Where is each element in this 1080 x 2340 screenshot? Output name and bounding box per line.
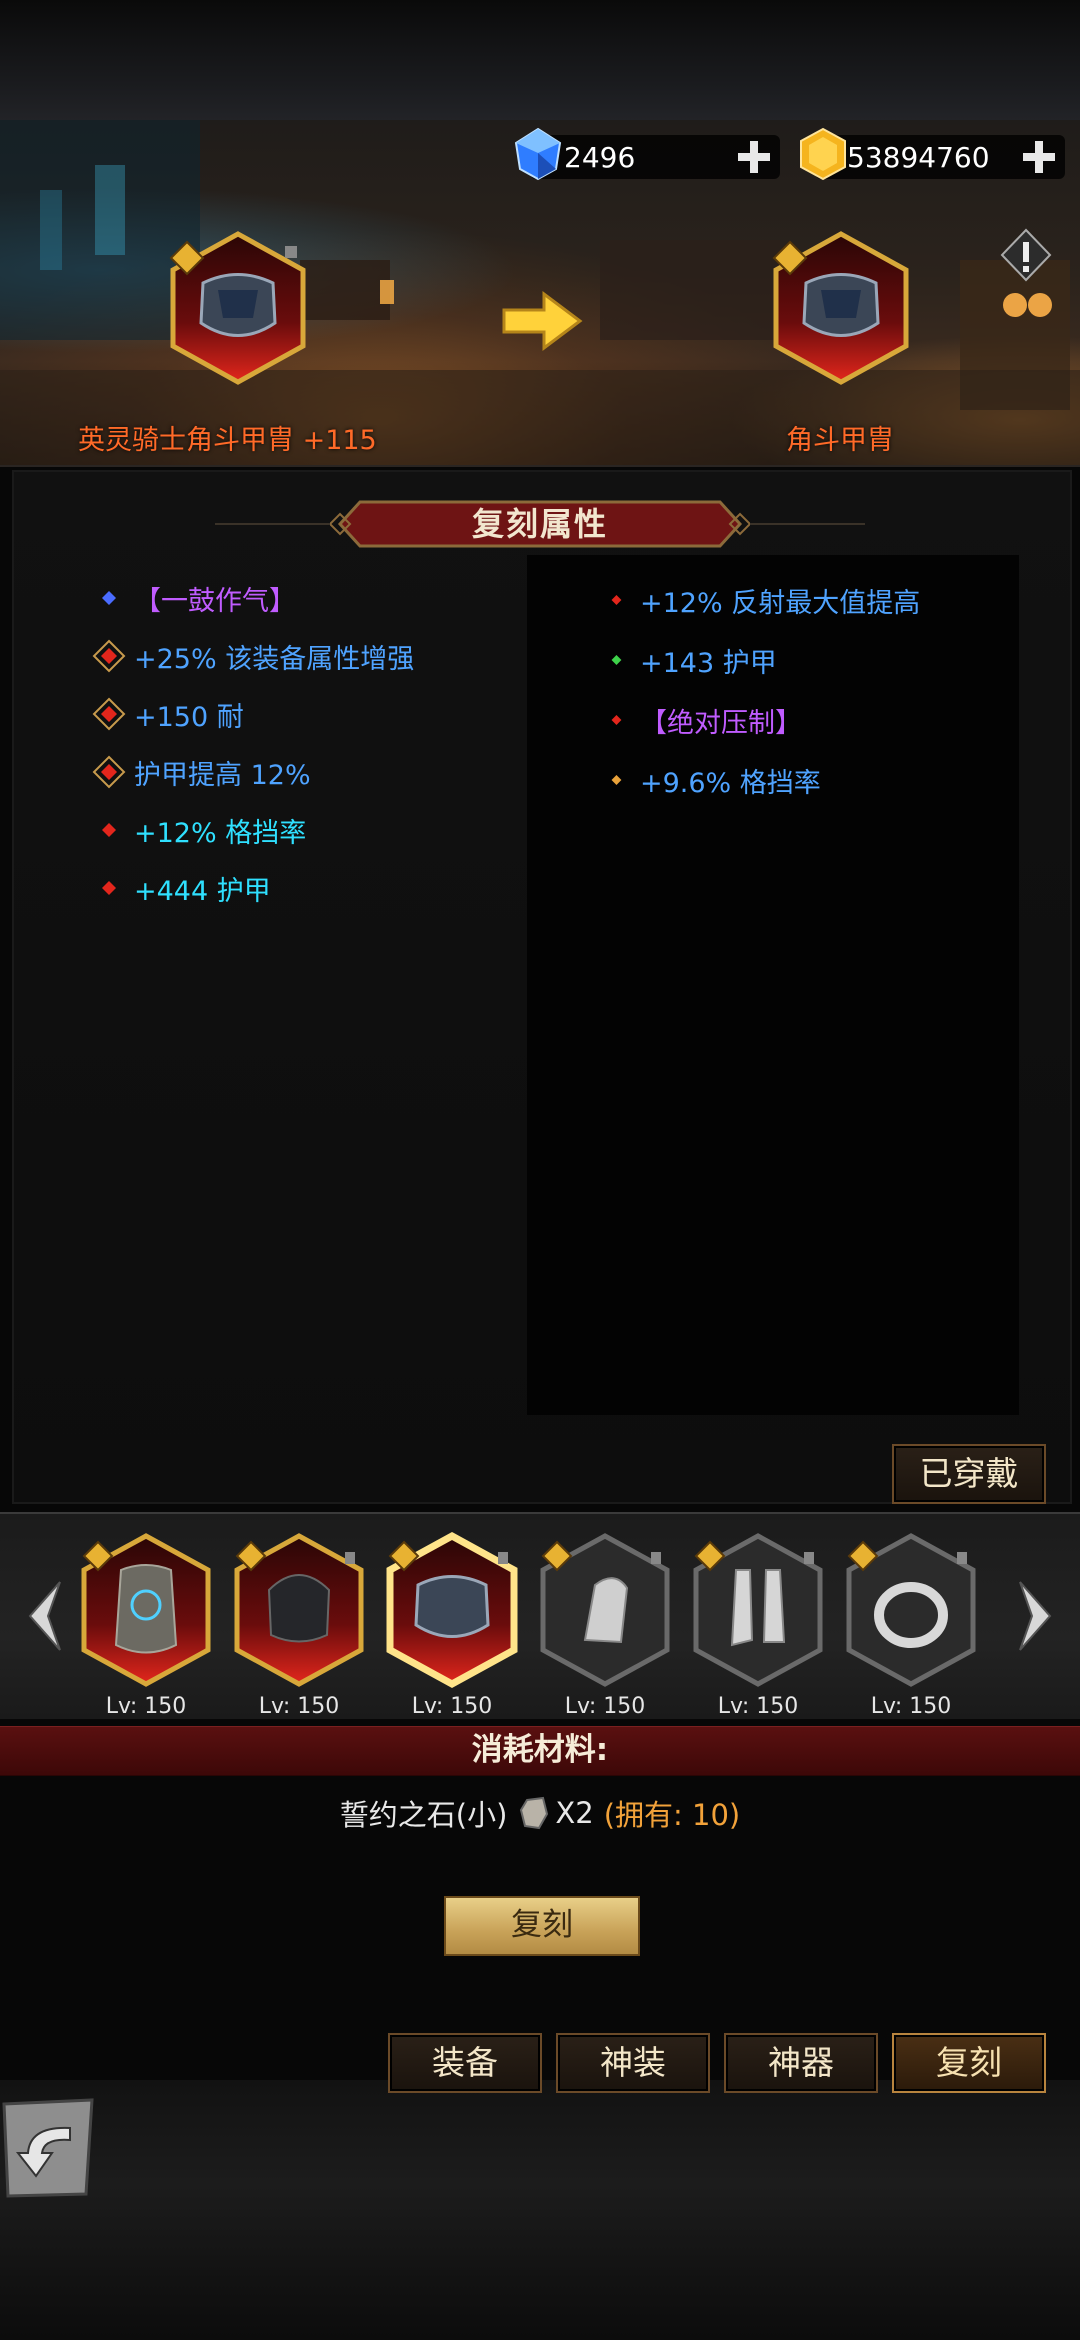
attr-text: +143 护甲 xyxy=(640,647,777,679)
attr-row: +150 耐 xyxy=(92,694,414,734)
add-gold-button[interactable] xyxy=(1021,139,1057,175)
tab-divine-gear[interactable]: 神装 xyxy=(556,2033,710,2093)
equipment-slot[interactable]: Lv: 150 xyxy=(382,1530,522,1719)
blue-gem-icon xyxy=(514,127,562,181)
slot-level: Lv: 150 xyxy=(870,1694,952,1719)
slot-level: Lv: 150 xyxy=(717,1694,799,1719)
attr-row: +25% 该装备属性增强 xyxy=(92,636,414,676)
attr-text: 【一鼓作气】 xyxy=(134,585,296,617)
attr-row: +12% 反射最大值提高 xyxy=(608,580,920,620)
attr-text: +9.6% 格挡率 xyxy=(640,767,821,799)
ornate-red-diamond-icon xyxy=(92,755,126,789)
panel-title: 复刻属性 xyxy=(471,505,608,543)
ring-icon xyxy=(846,1533,976,1687)
source-item-name: 英灵骑士角斗甲胄 +115 xyxy=(78,425,377,456)
scroll-right-arrow-icon[interactable] xyxy=(1010,1578,1060,1654)
orange-diamond-icon xyxy=(611,775,622,785)
tab-equipment[interactable]: 装备 xyxy=(388,2033,542,2093)
attr-row: 【一鼓作气】 xyxy=(92,578,414,618)
attr-text: +12% 反射最大值提高 xyxy=(640,587,921,619)
scroll-left-arrow-icon[interactable] xyxy=(20,1578,70,1654)
gem-count: 2496 xyxy=(564,140,636,174)
ornate-red-diamond-icon xyxy=(92,639,126,673)
material-quantity: X2 xyxy=(555,1796,594,1830)
equipment-slot[interactable]: Lv: 150 xyxy=(229,1530,369,1719)
materials-title: 消耗材料: xyxy=(471,1732,609,1768)
attr-text: +150 耐 xyxy=(134,701,244,733)
slot-level: Lv: 150 xyxy=(411,1694,493,1719)
ornate-red-diamond-icon xyxy=(92,697,126,731)
armor-icon xyxy=(386,1532,518,1688)
attr-row: +12% 格挡率 xyxy=(92,810,414,850)
cloak-icon xyxy=(81,1533,211,1687)
target-armor-icon[interactable] xyxy=(766,228,916,388)
blue-diamond-icon xyxy=(102,591,116,605)
gold-count: 53894760 xyxy=(847,140,990,174)
copy-button[interactable]: 复刻 xyxy=(444,1896,640,1956)
tab-copy[interactable]: 复刻 xyxy=(892,2033,1046,2093)
worn-status-button[interactable]: 已穿戴 xyxy=(892,1444,1046,1504)
target-item-name: 角斗甲胄 xyxy=(786,425,894,456)
equipment-slot[interactable]: Lv: 150 xyxy=(76,1530,216,1719)
bottom-area xyxy=(0,2080,1080,2340)
attr-text: +444 护甲 xyxy=(134,875,271,907)
attr-row: 护甲提高 12% xyxy=(92,752,414,792)
info-alert-icon[interactable] xyxy=(1000,228,1052,282)
oath-stone-icon xyxy=(520,1796,549,1830)
red-diamond-icon xyxy=(102,881,116,895)
red-diamond-icon xyxy=(611,595,622,605)
tab-artifact[interactable]: 神器 xyxy=(724,2033,878,2093)
attr-row: 【绝对压制】 xyxy=(608,700,920,740)
material-line: 誓约之石(小) X2 (拥有: 10) xyxy=(0,1788,1080,1838)
gold-gem-icon xyxy=(800,127,846,181)
attr-text: 护甲提高 12% xyxy=(134,759,311,791)
equipment-slot[interactable]: Lv: 150 xyxy=(688,1530,828,1719)
attr-row: +444 护甲 xyxy=(92,868,414,908)
gold-currency: 53894760 xyxy=(800,127,1065,181)
material-name: 誓约之石(小) xyxy=(339,1798,508,1832)
title-rule-right xyxy=(750,523,865,525)
top-strip xyxy=(0,0,1080,120)
equipment-slot-row: Lv: 150 Lv: 150 Lv: 150 Lv: 150 Lv: 150 … xyxy=(76,1530,981,1719)
current-attribute-list: 【一鼓作气】 +25% 该装备属性增强 +150 耐 护甲提高 12% +12%… xyxy=(92,578,414,908)
add-gems-button[interactable] xyxy=(736,139,772,175)
attr-text: +12% 格挡率 xyxy=(134,817,307,849)
green-diamond-icon xyxy=(611,655,622,665)
slot-level: Lv: 150 xyxy=(564,1694,646,1719)
new-attribute-list: +12% 反射最大值提高 +143 护甲 【绝对压制】 +9.6% 格挡率 xyxy=(608,580,920,800)
upgrade-arrow-icon xyxy=(502,291,583,351)
boots-icon xyxy=(693,1533,823,1687)
slot-level: Lv: 150 xyxy=(105,1694,187,1719)
helmet-icon xyxy=(234,1533,364,1687)
gauntlet-icon xyxy=(540,1533,670,1687)
red-diamond-icon xyxy=(611,715,622,725)
title-rule-left xyxy=(215,523,330,525)
red-diamond-icon xyxy=(102,823,116,837)
material-owned: (拥有: 10) xyxy=(603,1798,741,1832)
attr-row: +143 护甲 xyxy=(608,640,920,680)
source-armor-icon[interactable] xyxy=(163,228,313,388)
gem-currency: 2496 xyxy=(514,127,780,181)
slot-level: Lv: 150 xyxy=(258,1694,340,1719)
back-arrow-icon[interactable] xyxy=(0,2098,96,2198)
equipment-slot[interactable]: Lv: 150 xyxy=(841,1530,981,1719)
attr-text: +25% 该装备属性增强 xyxy=(134,643,415,675)
attr-text: 【绝对压制】 xyxy=(640,707,802,739)
attr-row: +9.6% 格挡率 xyxy=(608,760,920,800)
equipment-slot[interactable]: Lv: 150 xyxy=(535,1530,675,1719)
